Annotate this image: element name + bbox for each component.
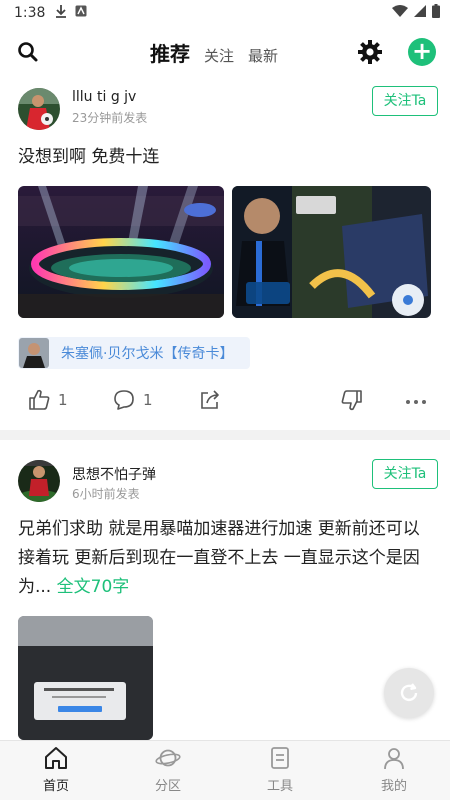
- username[interactable]: 思想不怕子弹: [72, 464, 156, 484]
- post-actions: 1 1: [0, 385, 450, 417]
- player-tag-label: 朱塞佩·贝尔戈米【传奇卡】: [61, 346, 234, 362]
- app-notification-icon: [75, 5, 87, 21]
- follow-button[interactable]: 关注Ta: [372, 459, 438, 489]
- gear-icon[interactable]: [357, 39, 383, 65]
- avatar[interactable]: [18, 88, 60, 130]
- nav-zones-label: 分区: [154, 779, 181, 794]
- post-image-player[interactable]: [232, 186, 431, 318]
- battery-icon: [432, 4, 440, 22]
- post-text[interactable]: 没想到啊 免费十连: [18, 143, 436, 172]
- refresh-icon: [400, 683, 418, 702]
- refresh-button[interactable]: [384, 668, 434, 718]
- post-image-screenshot[interactable]: [18, 616, 153, 740]
- post-text[interactable]: 兄弟们求助 就是用暴喵加速器进行加速 更新前还可以接着玩 更新后到现在一直登不上…: [18, 515, 436, 602]
- bottom-nav: 首页 分区 工具 我的: [0, 740, 450, 800]
- feed-post[interactable]: 思想不怕子弹 6小时前发表 关注Ta 兄弟们求助 就是用暴喵加速器进行加速 更新…: [0, 440, 450, 740]
- post-time: 6小时前发表: [72, 487, 140, 501]
- tab-recommend[interactable]: 推荐: [150, 38, 190, 67]
- add-post-button[interactable]: +: [408, 38, 436, 66]
- tools-icon: [271, 747, 289, 769]
- feed-tabs: 推荐 关注 最新: [150, 38, 278, 67]
- thumbs-down-icon: [341, 390, 362, 411]
- comment-button[interactable]: 1: [113, 389, 153, 411]
- tab-following[interactable]: 关注: [204, 45, 234, 66]
- nav-tools-label: 工具: [266, 779, 293, 794]
- read-more-link[interactable]: 全文70字: [57, 577, 130, 597]
- feed-post[interactable]: lllu ti g jv 23分钟前发表 关注Ta 没想到啊 免费十连 朱塞佩·…: [0, 80, 450, 430]
- like-count: 1: [58, 391, 68, 409]
- avatar[interactable]: [18, 460, 60, 502]
- dislike-button[interactable]: [341, 389, 363, 411]
- more-options-icon[interactable]: [405, 399, 427, 405]
- share-button[interactable]: [199, 389, 221, 411]
- search-icon[interactable]: [16, 40, 40, 64]
- nav-profile[interactable]: 我的: [354, 745, 434, 794]
- thumbs-up-icon: [29, 389, 50, 410]
- wifi-icon: [392, 5, 408, 21]
- top-header: 推荐 关注 最新 +: [0, 26, 450, 80]
- download-icon: [55, 4, 67, 22]
- player-thumbnail: [19, 338, 49, 368]
- nav-home[interactable]: 首页: [16, 745, 96, 794]
- comment-icon: [114, 390, 134, 410]
- post-time: 23分钟前发表: [72, 111, 148, 125]
- follow-button[interactable]: 关注Ta: [372, 86, 438, 116]
- nav-tools[interactable]: 工具: [240, 745, 320, 794]
- nav-home-label: 首页: [42, 779, 69, 794]
- post-image-stadium[interactable]: [18, 186, 224, 318]
- nav-profile-label: 我的: [380, 779, 407, 794]
- nav-zones[interactable]: 分区: [128, 745, 208, 794]
- status-time: 1:38: [14, 5, 46, 21]
- player-tag-chip[interactable]: 朱塞佩·贝尔戈米【传奇卡】: [18, 337, 250, 369]
- home-icon: [45, 747, 67, 769]
- like-button[interactable]: 1: [28, 389, 68, 411]
- profile-icon: [384, 748, 404, 770]
- share-icon: [201, 390, 219, 409]
- tab-latest[interactable]: 最新: [248, 45, 278, 66]
- username[interactable]: lllu ti g jv: [72, 89, 136, 105]
- status-bar: 1:38: [0, 0, 450, 26]
- comment-count: 1: [143, 391, 153, 409]
- planet-icon: [155, 749, 181, 767]
- signal-icon: [414, 5, 426, 21]
